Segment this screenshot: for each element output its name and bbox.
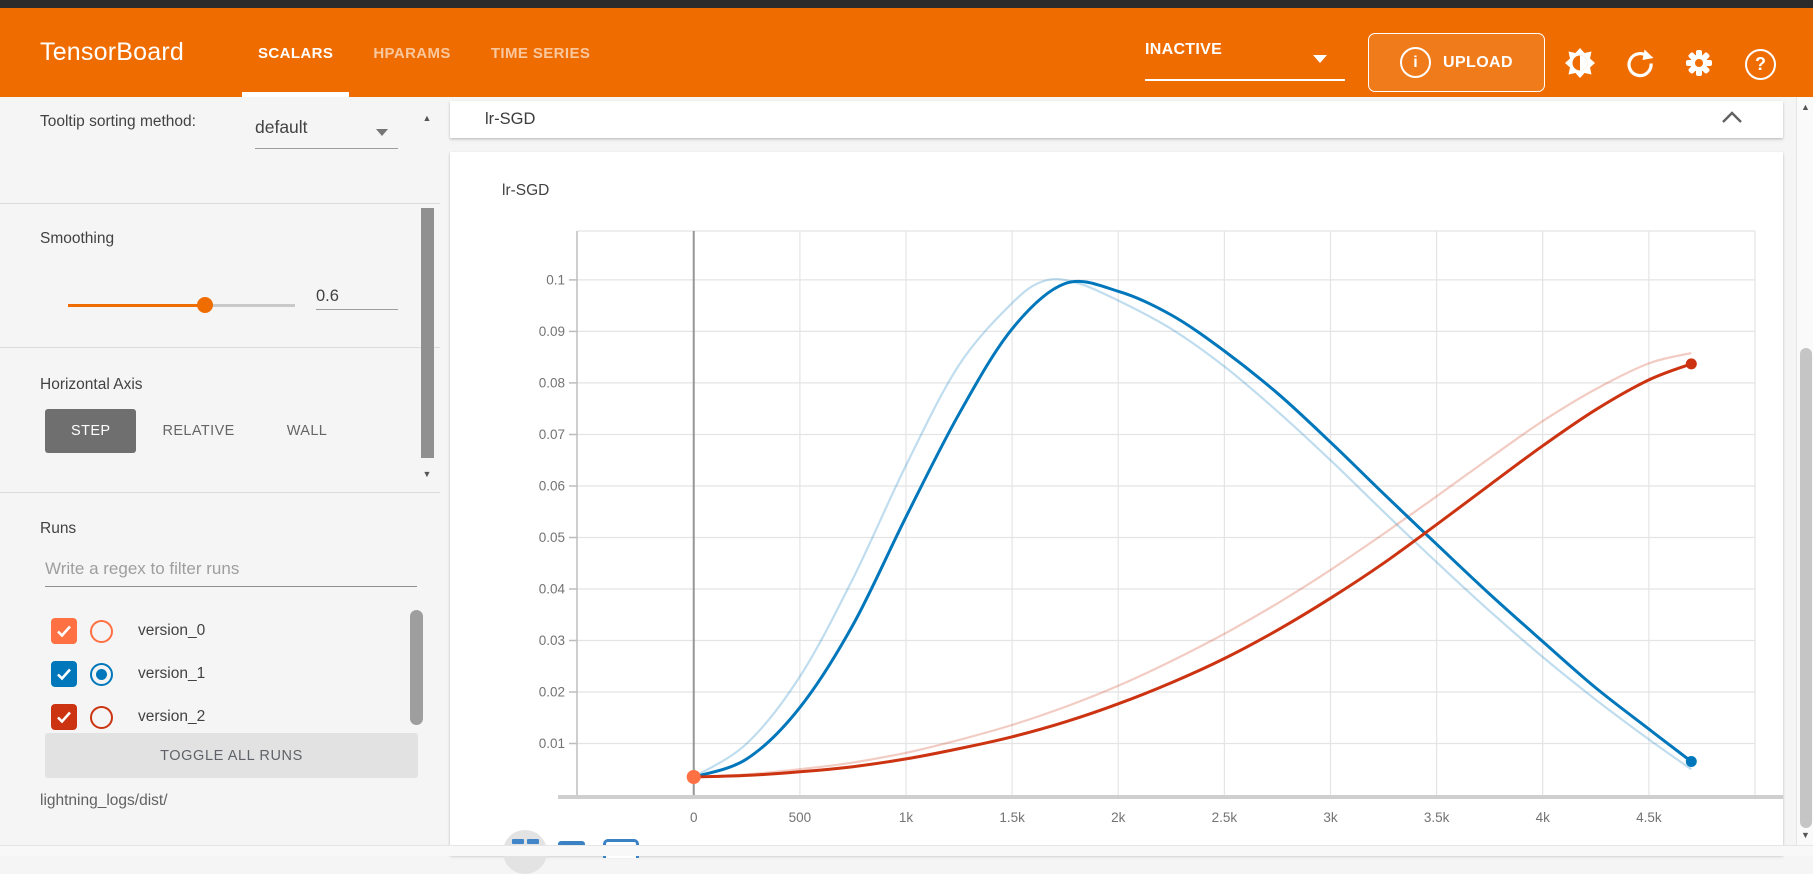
scrollbar-up-arrow[interactable]: ▲: [419, 113, 435, 123]
dark-mode-toggle-icon[interactable]: [1564, 47, 1596, 79]
scrollbar-thumb[interactable]: [421, 208, 434, 458]
log-directory-path: lightning_logs/dist/: [40, 792, 168, 810]
svg-text:0.04: 0.04: [539, 582, 566, 597]
chevron-down-icon: [1313, 55, 1327, 63]
scalar-line-chart[interactable]: 0.01 0.02 0.03 0.04 0.05 0.06 0.07 0.08 0.09 0.1 0…: [450, 152, 1783, 855]
tooltip-sorting-value: default: [255, 117, 308, 137]
run-row-version-2[interactable]: version_2: [51, 703, 381, 731]
run-radio[interactable]: [90, 663, 113, 686]
scalar-chart-card: 0.01 0.02 0.03 0.04 0.05 0.06 0.07 0.08 0.09 0.1 0…: [450, 152, 1783, 855]
svg-text:0.01: 0.01: [539, 736, 565, 751]
svg-text:0.1: 0.1: [546, 272, 565, 287]
divider: [0, 203, 440, 204]
svg-text:0.05: 0.05: [539, 530, 565, 545]
smoothing-slider[interactable]: [68, 297, 295, 313]
smoothing-label: Smoothing: [40, 227, 114, 250]
horizontal-axis-label: Horizontal Axis: [40, 373, 143, 396]
scrollbar-down-arrow[interactable]: ▼: [419, 469, 435, 479]
select-underline: [255, 148, 398, 149]
svg-text:4k: 4k: [1536, 810, 1551, 825]
scrollbar-up-arrow[interactable]: ▲: [1797, 102, 1813, 112]
runs-label: Runs: [40, 517, 76, 540]
help-icon[interactable]: ?: [1745, 49, 1776, 80]
status-underline: [1145, 79, 1345, 81]
info-icon: i: [1400, 47, 1431, 78]
smoothing-value-input[interactable]: [316, 283, 398, 310]
svg-text:1k: 1k: [899, 810, 914, 825]
svg-text:4.5k: 4.5k: [1636, 810, 1662, 825]
axis-button-wall[interactable]: WALL: [261, 409, 354, 453]
svg-text:0.02: 0.02: [539, 685, 565, 700]
app-title: TensorBoard: [40, 8, 184, 97]
run-label: version_2: [138, 708, 205, 726]
tag-group-title: lr-SGD: [485, 110, 535, 129]
runs-scrollbar-thumb[interactable]: [410, 610, 423, 725]
axis-button-relative[interactable]: RELATIVE: [136, 409, 260, 453]
tab-scalars[interactable]: SCALARS: [238, 8, 353, 97]
svg-text:0.07: 0.07: [539, 427, 565, 442]
svg-text:500: 500: [789, 810, 812, 825]
check-icon: [56, 624, 72, 638]
svg-text:0.06: 0.06: [539, 479, 565, 494]
chart-title: lr-SGD: [502, 182, 549, 200]
run-checkbox[interactable]: [51, 618, 77, 644]
run-row-version-1[interactable]: version_1: [51, 660, 381, 688]
vertical-scrollbar-track[interactable]: ▲ ▼: [1796, 97, 1813, 855]
chevron-down-icon: [376, 129, 388, 136]
tooltip-sorting-select[interactable]: default: [255, 117, 398, 149]
svg-text:0.09: 0.09: [539, 324, 565, 339]
divider: [0, 347, 440, 348]
collapse-chevron-icon[interactable]: [1721, 111, 1743, 129]
svg-text:2.5k: 2.5k: [1212, 810, 1238, 825]
tab-hparams[interactable]: HPARAMS: [353, 8, 471, 97]
dashboard-content: lr-SGD 0.010.020.030.040.050.060.070.080…: [440, 97, 1796, 855]
svg-text:3.5k: 3.5k: [1424, 810, 1450, 825]
axis-button-step[interactable]: STEP: [45, 409, 136, 453]
run-label: version_1: [138, 665, 205, 683]
slider-thumb[interactable]: [197, 297, 213, 313]
run-radio[interactable]: [90, 620, 113, 643]
upload-button-label: UPLOAD: [1443, 54, 1513, 72]
tag-group-header[interactable]: lr-SGD: [450, 101, 1783, 138]
run-label: version_0: [138, 622, 205, 640]
scrollbar-thumb[interactable]: [1800, 348, 1812, 828]
run-row-version-0[interactable]: version_0: [51, 617, 381, 645]
run-radio[interactable]: [90, 706, 113, 729]
tooltip-sorting-label: Tooltip sorting method:: [40, 110, 210, 133]
divider: [0, 492, 440, 493]
tab-time-series[interactable]: TIME SERIES: [471, 8, 610, 97]
refresh-icon[interactable]: [1624, 47, 1656, 79]
status-dropdown[interactable]: INACTIVE: [1145, 8, 1345, 97]
run-checkbox[interactable]: [51, 661, 77, 687]
window-edge: [0, 0, 1813, 8]
settings-gear-icon[interactable]: [1683, 47, 1715, 79]
runs-filter-input[interactable]: [45, 552, 417, 587]
svg-text:2k: 2k: [1111, 810, 1126, 825]
check-icon: [56, 667, 72, 681]
horizontal-axis-button-group: STEP RELATIVE WALL: [45, 409, 353, 453]
svg-text:1.5k: 1.5k: [999, 810, 1025, 825]
scrollbar-down-arrow[interactable]: ▼: [1797, 830, 1813, 840]
toggle-all-runs-button[interactable]: TOGGLE ALL RUNS: [45, 733, 418, 778]
slider-fill: [68, 304, 205, 307]
run-checkbox[interactable]: [51, 704, 77, 730]
svg-text:0.03: 0.03: [539, 633, 565, 648]
svg-text:3k: 3k: [1323, 810, 1338, 825]
app-header: TensorBoard SCALARS HPARAMS TIME SERIES …: [0, 8, 1813, 97]
upload-button[interactable]: i UPLOAD: [1368, 33, 1545, 92]
settings-sidebar: Tooltip sorting method: default Smoothin…: [0, 97, 440, 855]
svg-text:0: 0: [690, 810, 698, 825]
status-value: INACTIVE: [1145, 41, 1222, 59]
tab-bar: SCALARS HPARAMS TIME SERIES: [238, 8, 610, 97]
svg-text:0.08: 0.08: [539, 375, 565, 390]
check-icon: [56, 710, 72, 724]
horizontal-scrollbar-track[interactable]: [0, 845, 1813, 856]
